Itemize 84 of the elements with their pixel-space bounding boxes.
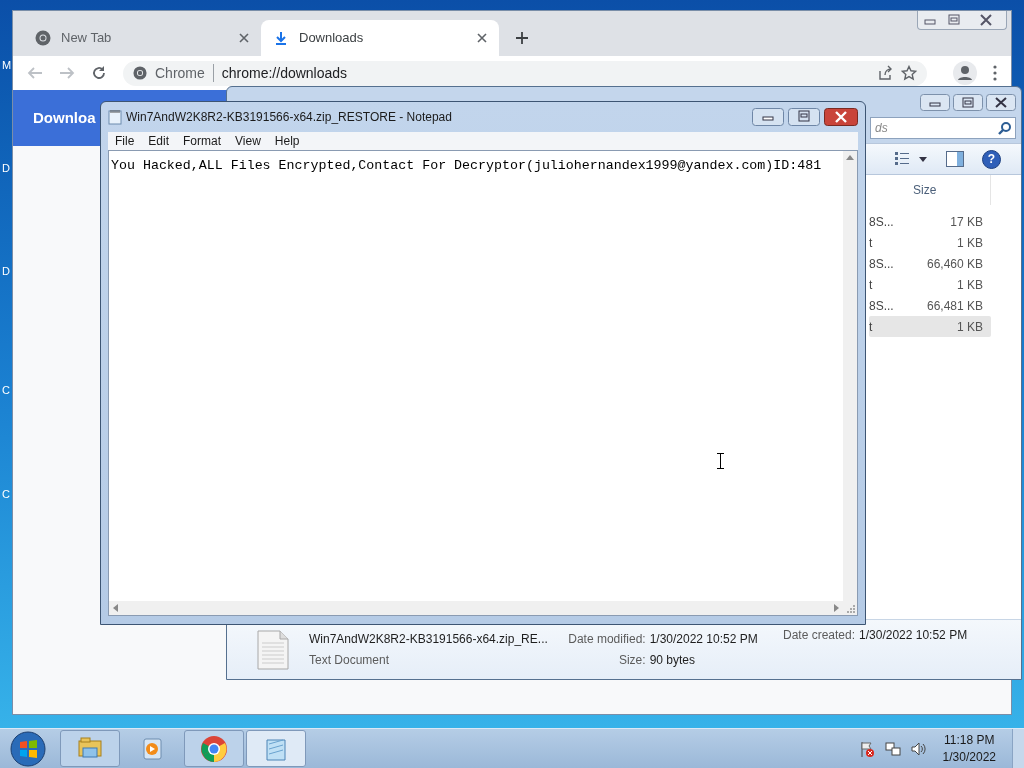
field-label: Date modified:: [567, 631, 646, 648]
star-icon[interactable]: [901, 65, 917, 81]
file-size: 66,460 KB: [926, 255, 983, 273]
clock-date: 1/30/2022: [942, 748, 996, 766]
field-label: Date created:: [783, 627, 856, 644]
scroll-left-icon[interactable]: [113, 604, 118, 612]
new-tab-icon[interactable]: [515, 31, 529, 45]
text-document-icon: [257, 629, 289, 670]
file-name: t: [869, 318, 873, 336]
desktop-icon-label[interactable]: D: [2, 163, 10, 174]
text-cursor-icon: [717, 453, 724, 469]
menu-item[interactable]: Edit: [148, 132, 170, 150]
file-name: t: [869, 276, 873, 294]
browser-tab[interactable]: Downloads: [261, 20, 499, 56]
address-bar[interactable]: Chrome chrome://downloads: [123, 60, 927, 86]
date-modified: 1/30/2022 10:52 PM: [649, 631, 759, 648]
scroll-up-icon[interactable]: [846, 155, 854, 160]
taskbar-button[interactable]: [246, 730, 306, 767]
site-label: Chrome: [155, 63, 205, 83]
vertical-scrollbar[interactable]: [843, 151, 857, 601]
desktop-icon-label[interactable]: C: [2, 385, 10, 396]
minimize-icon[interactable]: [752, 108, 784, 126]
desktop-icon-label[interactable]: C: [2, 489, 10, 500]
window-title: Win7AndW2K8R2-KB3191566-x64.zip_RESTORE - Notepad: [126, 109, 453, 126]
tab-title: Downloads: [299, 29, 365, 48]
view-options-icon[interactable]: [894, 151, 928, 167]
chrome-logo-icon: [35, 30, 51, 46]
date-created: 1/30/2022 10:52 PM: [859, 627, 968, 644]
show-desktop-button[interactable]: [1012, 728, 1024, 768]
url-text: chrome://downloads: [221, 63, 349, 83]
document-text: You Hacked,ALL Files Encrypted,Contact For Decryptor(juliohernandex1999@yandex.com)ID:481: [111, 158, 822, 173]
file-name: 8S...: [869, 297, 894, 315]
close-icon[interactable]: [477, 33, 487, 43]
taskbar-button[interactable]: [184, 730, 244, 767]
preview-pane-icon[interactable]: [946, 151, 964, 167]
scroll-right-icon[interactable]: [834, 604, 839, 612]
menu-item[interactable]: View: [235, 132, 261, 150]
close-icon[interactable]: [239, 33, 249, 43]
search-field[interactable]: ds: [870, 117, 1016, 139]
file-size: 1 KB: [957, 276, 983, 294]
file-size: 1 KB: [957, 234, 983, 252]
menu-item[interactable]: Help: [274, 132, 300, 150]
close-icon[interactable]: [986, 93, 1016, 111]
menu-item[interactable]: File: [115, 132, 135, 150]
file-size: 66,481 KB: [926, 297, 983, 315]
forward-icon[interactable]: [59, 65, 75, 81]
desktop-icon-label[interactable]: D: [2, 266, 10, 277]
close-icon[interactable]: [824, 108, 858, 126]
file-size: 17 KB: [950, 213, 983, 231]
chrome-logo-icon: [133, 66, 147, 80]
field-label: Size:: [617, 652, 646, 669]
file-name: 8S...: [869, 255, 894, 273]
download-icon: [273, 30, 289, 46]
file-name: 8S...: [869, 213, 894, 231]
network-icon[interactable]: [884, 740, 901, 757]
clock[interactable]: 11:18 PM 1/30/2022: [942, 731, 996, 766]
share-icon[interactable]: [877, 65, 893, 81]
volume-icon[interactable]: [910, 740, 927, 757]
menu-dots-icon[interactable]: [993, 65, 997, 81]
minimize-icon[interactable]: [920, 93, 950, 111]
file-size: 90 bytes: [649, 652, 696, 669]
action-center-flag-icon[interactable]: [858, 740, 875, 757]
start-button-icon[interactable]: [8, 729, 48, 768]
file-name: Win7AndW2K8R2-KB3191566-x64.zip_RE...: [309, 631, 549, 648]
clock-time: 11:18 PM: [944, 731, 995, 749]
reload-icon[interactable]: [91, 65, 107, 81]
browser-tab[interactable]: New Tab: [23, 20, 261, 56]
file-row[interactable]: t 1 KB: [869, 316, 991, 337]
tab-title: New Tab: [61, 29, 113, 48]
profile-avatar-icon[interactable]: [953, 61, 977, 85]
help-button[interactable]: ?: [982, 149, 1001, 169]
search-icon[interactable]: [998, 121, 1012, 135]
file-type: Text Document: [309, 652, 391, 669]
file-size: 1 KB: [957, 318, 983, 336]
menu-item[interactable]: Format: [183, 132, 222, 150]
file-name: t: [869, 234, 873, 252]
horizontal-scrollbar[interactable]: [109, 601, 843, 615]
text-area[interactable]: You Hacked,ALL Files Encrypted,Contact For Decryptor(juliohernandex1999@yandex.com)ID:481: [108, 150, 858, 616]
notepad-icon: [108, 109, 122, 125]
column-header[interactable]: Size: [911, 181, 977, 199]
back-icon[interactable]: [27, 65, 43, 81]
desktop-icon-label[interactable]: M: [2, 60, 12, 71]
page-heading: Downloa: [33, 107, 96, 128]
taskbar-button[interactable]: [60, 730, 120, 767]
